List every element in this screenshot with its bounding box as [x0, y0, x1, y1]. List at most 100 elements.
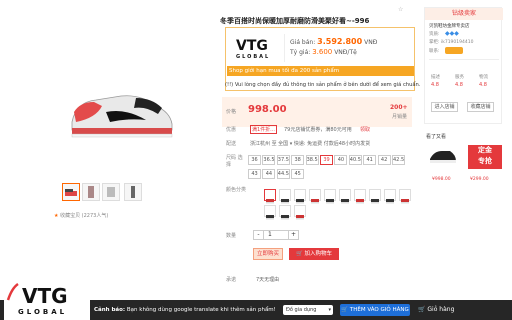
color-option[interactable] — [264, 189, 276, 204]
recommendation-item-1[interactable] — [428, 145, 458, 167]
price-vnd-value: 3.592.800 — [317, 37, 363, 46]
vtg-logo: VTG — [236, 38, 268, 54]
thumbnail-3[interactable] — [102, 183, 120, 201]
sold-label: 月销量 — [392, 114, 408, 120]
color-option[interactable] — [324, 189, 336, 204]
merchant-value: ik7190194410 — [440, 40, 474, 45]
category-select[interactable]: Đồ gia dụng ▾ — [283, 305, 333, 315]
promo-claim-link[interactable]: 领取 — [360, 126, 370, 133]
size-option[interactable]: 42 — [377, 155, 391, 165]
size-option[interactable]: 45 — [291, 169, 305, 179]
size-option[interactable]: 39 — [320, 155, 333, 165]
add-to-vtg-cart-label: THÊM VÀO GIỎ HÀNG — [349, 307, 409, 313]
color-swatch-shoe — [326, 199, 334, 204]
color-swatch-shoe — [371, 199, 379, 204]
contact-label: 联系: — [429, 49, 440, 54]
chat-icon[interactable] — [445, 47, 463, 54]
favorite-shop-button[interactable]: 收藏店铺 — [467, 102, 494, 112]
quantity-stepper[interactable]: - 1 + — [253, 230, 299, 240]
color-option[interactable] — [294, 189, 306, 204]
buy-now-button[interactable]: 立即购买 — [253, 248, 283, 260]
color-option[interactable] — [309, 189, 321, 204]
score-service-value: 4.8 — [455, 82, 463, 88]
main-product-image[interactable] — [66, 82, 176, 144]
rate-value: 3.600 — [312, 48, 333, 56]
color-swatch-shoe — [311, 199, 319, 204]
enter-shop-button[interactable]: 进入店铺 — [431, 102, 458, 112]
add-to-vtg-cart-button[interactable]: 🛒 THÊM VÀO GIỎ HÀNG — [340, 304, 410, 316]
quantity-plus[interactable]: + — [288, 231, 298, 239]
thumbnail-1[interactable] — [62, 183, 80, 201]
product-title: 冬季百搭时尚保暖加厚耐磨防滑美聚好看~-996 — [220, 17, 370, 25]
color-option[interactable] — [369, 189, 381, 204]
vtg-cart-button[interactable]: 🛒 Giỏ hàng — [418, 304, 462, 316]
shop-name[interactable]: 贝凯鞋坊金牌专卖店 — [429, 23, 470, 29]
score-desc-value: 4.8 — [431, 82, 439, 88]
color-swatch-shoe — [356, 199, 364, 204]
service-text: 7天无理由 — [256, 277, 280, 283]
sneaker-image — [71, 95, 173, 138]
recommendation-item-2[interactable]: 定金 专抢 — [468, 145, 502, 169]
add-to-cart-button[interactable]: 🛒 加入购物车 — [289, 248, 339, 260]
favorite-link[interactable]: ★ 收藏宝贝 (2273人气) — [54, 212, 108, 219]
size-option[interactable]: 44.5 — [276, 169, 290, 179]
thumbnail-4[interactable] — [124, 183, 142, 201]
sold-count: 200+ — [390, 104, 408, 111]
star-icon: ★ — [54, 213, 59, 219]
vtg-cart-label: Giỏ hàng — [427, 306, 455, 313]
color-swatch-shoe — [266, 215, 274, 220]
share-icon[interactable]: ☆ — [398, 6, 403, 13]
category-select-value: Đồ gia dụng — [286, 307, 317, 313]
color-swatch-shoe — [281, 215, 289, 220]
color-swatch-shoe — [296, 199, 304, 204]
price-label: 价格 — [226, 109, 237, 115]
cart-icon: 🛒 — [295, 251, 303, 257]
shipping-label: 配送 — [226, 141, 237, 147]
merchant-label: 掌柜: — [429, 40, 440, 45]
color-option[interactable] — [384, 189, 396, 204]
score-desc-label: 描述 — [431, 75, 440, 80]
size-option[interactable]: 36.5 — [262, 155, 276, 165]
sneaker-thumb-1 — [430, 151, 456, 163]
size-option[interactable]: 37.5 — [276, 155, 290, 165]
promo-text: 79元店铺优惠券，满80元可用 — [284, 127, 352, 133]
shipping-text[interactable]: 浙江杭州 至 全国 ▾ 快递: 免运费 付款后48小时内发货 — [250, 140, 370, 147]
quantity-input[interactable]: 1 — [268, 231, 272, 239]
size-option[interactable]: 40 — [334, 155, 348, 165]
color-option[interactable] — [279, 189, 291, 204]
vtg-logo-sub: GLOBAL — [236, 54, 271, 60]
size-option[interactable]: 36 — [248, 155, 261, 165]
rate-label: Tỷ giá: — [290, 49, 311, 56]
size-option[interactable]: 44 — [262, 169, 276, 179]
size-option[interactable]: 41 — [363, 155, 377, 165]
color-option[interactable] — [279, 205, 291, 220]
color-swatch-shoe — [281, 199, 289, 204]
size-option[interactable]: 38 — [291, 155, 305, 165]
seller-header: 钻级卖家 — [425, 8, 503, 20]
seller-panel: 钻级卖家 贝凯鞋坊金牌专卖店 资质: ◆◆◆ 掌柜: ik7190194410 … — [424, 7, 503, 124]
recommendation-panel: 看了又看 定金 专抢 ¥998.00 ¥299.00 — [424, 133, 504, 188]
promo-badge-2: 专抢 — [478, 157, 492, 165]
vtg-bottom-logo-text: VTG — [22, 284, 68, 308]
vtg-swoosh-icon — [6, 282, 19, 301]
purchase-limit-bar: Shop giới hạn mua tối đa 200 sản phẩm — [227, 66, 414, 76]
size-option[interactable]: 43 — [248, 169, 261, 179]
color-option[interactable] — [339, 189, 351, 204]
color-option[interactable] — [264, 205, 276, 220]
color-swatch-shoe — [341, 199, 349, 204]
thumbnail-2[interactable] — [82, 183, 100, 201]
size-option[interactable]: 38.5 — [305, 155, 319, 165]
size-option[interactable]: 42.5 — [392, 155, 405, 165]
quantity-minus[interactable]: - — [254, 231, 264, 239]
favorite-label: 收藏宝贝 (2273人气) — [60, 213, 109, 219]
color-option[interactable] — [354, 189, 366, 204]
size-option[interactable]: 40.5 — [348, 155, 362, 165]
promo-label: 优惠 — [226, 127, 237, 133]
service-label: 承诺 — [226, 277, 237, 283]
color-swatch-shoe — [266, 199, 274, 204]
color-option[interactable] — [294, 205, 306, 220]
price-vnd-label: Giá bán: — [290, 39, 316, 46]
diamond-icon: ◆◆◆ — [445, 30, 459, 37]
color-option[interactable] — [399, 189, 411, 204]
color-swatch-shoe — [386, 199, 394, 204]
